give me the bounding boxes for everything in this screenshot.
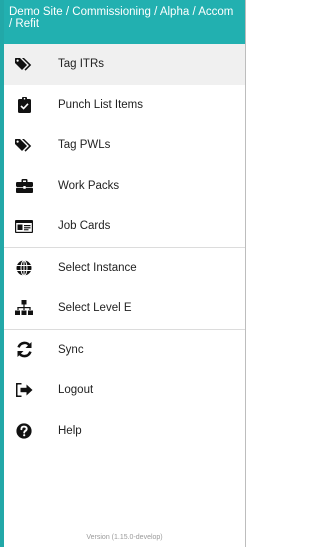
menu-item-sync[interactable]: Sync bbox=[4, 330, 245, 371]
menu-item-work-packs[interactable]: Work Packs bbox=[4, 166, 245, 207]
menu-item-label: Job Cards bbox=[58, 220, 111, 233]
menu-item-label: Logout bbox=[58, 384, 94, 397]
menu-item-label: Work Packs bbox=[58, 179, 120, 192]
sync-icon bbox=[14, 340, 34, 360]
menu-item-job-cards[interactable]: Job Cards bbox=[4, 206, 245, 247]
menu-group-main: Tag ITRs Punch List Items Tag PWLs Work … bbox=[4, 44, 245, 247]
menu-item-label: Punch List Items bbox=[58, 98, 144, 111]
menu-item-label: Select Instance bbox=[58, 261, 137, 274]
navigation-drawer: Demo Site / Commissioning / Alpha / Acco… bbox=[0, 0, 246, 547]
menu-item-label: Help bbox=[58, 424, 82, 437]
sitemap-icon bbox=[14, 298, 34, 318]
menu-item-tag-itrs[interactable]: Tag ITRs bbox=[4, 44, 245, 85]
menu-item-help[interactable]: Help bbox=[4, 411, 245, 452]
menu-item-logout[interactable]: Logout bbox=[4, 370, 245, 411]
menu-item-punch-list-items[interactable]: Punch List Items bbox=[4, 85, 245, 126]
menu-item-tag-pwls[interactable]: Tag PWLs bbox=[4, 125, 245, 166]
globe-icon bbox=[14, 258, 34, 278]
menu-item-select-level-e[interactable]: Select Level E bbox=[4, 288, 245, 329]
sign-out-icon bbox=[14, 380, 34, 400]
id-card-icon bbox=[14, 216, 34, 236]
menu-item-label: Select Level E bbox=[58, 302, 132, 315]
breadcrumb: Demo Site / Commissioning / Alpha / Acco… bbox=[4, 0, 245, 44]
question-circle-icon bbox=[14, 421, 34, 441]
menu-item-select-instance[interactable]: Select Instance bbox=[4, 248, 245, 289]
menu-item-label: Tag ITRs bbox=[58, 58, 105, 71]
menu-item-label: Sync bbox=[58, 343, 84, 356]
tags-icon bbox=[14, 54, 34, 74]
menu-group-account: Sync Logout Help bbox=[4, 330, 245, 452]
tags-icon bbox=[14, 135, 34, 155]
briefcase-icon bbox=[14, 176, 34, 196]
version-label: Version (1.15.0-develop) bbox=[86, 534, 163, 541]
menu-group-settings: Select Instance Select Level E bbox=[4, 248, 245, 329]
menu-item-label: Tag PWLs bbox=[58, 139, 111, 152]
clipboard-check-icon bbox=[14, 95, 34, 115]
